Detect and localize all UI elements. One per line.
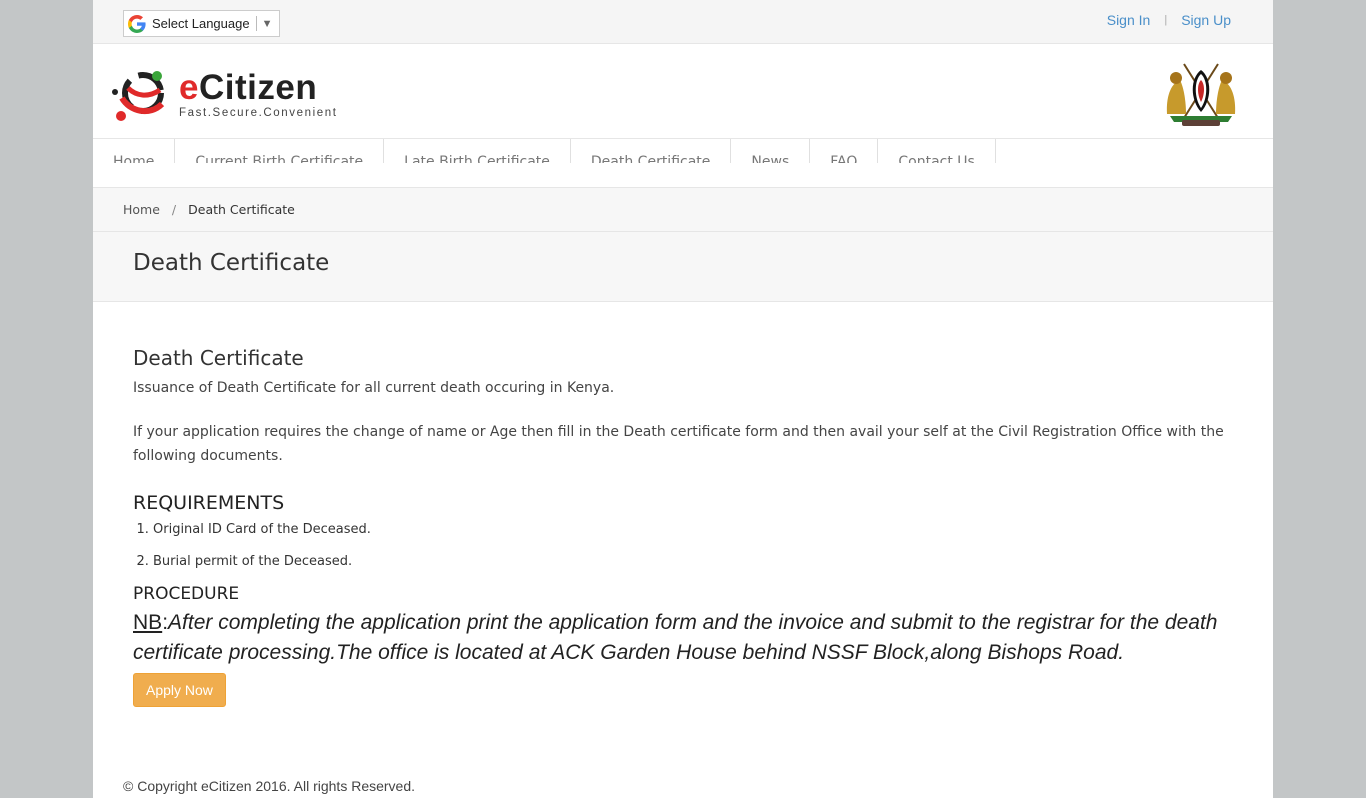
brand-prefix: e [179,68,199,107]
breadcrumb-separator: / [171,202,177,217]
site-header: eCitizen Fast.Secure.Convenient [93,44,1273,139]
footer-copyright: © Copyright eCitizen 2016. All rights Re… [123,778,416,794]
auth-links: Sign In | Sign Up [1107,12,1231,28]
main-content: Death Certificate Issuance of Death Cert… [93,302,1273,707]
list-item: Original ID Card of the Deceased. [153,520,1233,540]
language-label: Select Language [152,16,250,31]
page-container: Select Language ▼ Sign In | Sign Up eCit… [93,0,1273,798]
top-bar: Select Language ▼ Sign In | Sign Up [93,0,1273,44]
brand-tagline: Fast.Secure.Convenient [179,107,338,119]
brand-rest: Citizen [198,68,318,107]
nav-item-current-birth-certificate[interactable]: Current Birth Certificate [175,139,385,163]
note-text: If your application requires the change … [133,424,1224,464]
nav-item-faq[interactable]: FAQ [810,139,879,163]
intro-text: Issuance of Death Certificate for all cu… [133,380,615,396]
nav-item-home[interactable]: Home [93,139,176,163]
language-divider [255,16,257,31]
page-title: Death Certificate [133,249,330,276]
nb-text: After completing the application print t… [133,611,1218,664]
requirements-heading: REQUIREMENTS [133,492,285,514]
requirements-list: Original ID Card of the Deceased. Burial… [133,520,1233,572]
breadcrumb: Home / Death Certificate [93,188,1273,232]
page-title-bar: Death Certificate [93,232,1273,302]
nav-item-news[interactable]: News [731,139,811,163]
dropdown-arrow-icon: ▼ [261,17,273,30]
nb-label: NB [133,611,163,634]
nav-item-late-birth-certificate[interactable]: Late Birth Certificate [384,139,571,163]
language-selector[interactable]: Select Language ▼ [123,10,280,37]
brand-name[interactable]: eCitizen [179,68,317,108]
content-heading: Death Certificate [133,346,304,370]
google-g-icon [128,14,146,33]
list-item: Burial permit of the Deceased. [153,552,1233,572]
breadcrumb-home-link[interactable]: Home [123,202,160,217]
sign-up-link[interactable]: Sign Up [1181,12,1231,28]
breadcrumb-current: Death Certificate [188,202,295,217]
nav-item-death-certificate[interactable]: Death Certificate [571,139,732,163]
auth-separator: | [1164,14,1168,26]
sign-in-link[interactable]: Sign In [1107,12,1151,28]
main-nav: Home Current Birth Certificate Late Birt… [93,139,1273,188]
ecitizen-logo-icon[interactable] [110,66,168,124]
kenya-coat-of-arms-icon [1166,63,1236,126]
procedure-heading: PROCEDURE [133,584,240,604]
nav-item-contact-us[interactable]: Contact Us [878,139,996,163]
nb-notice: NB:After completing the application prin… [133,608,1233,668]
apply-now-button[interactable]: Apply Now [133,673,226,707]
